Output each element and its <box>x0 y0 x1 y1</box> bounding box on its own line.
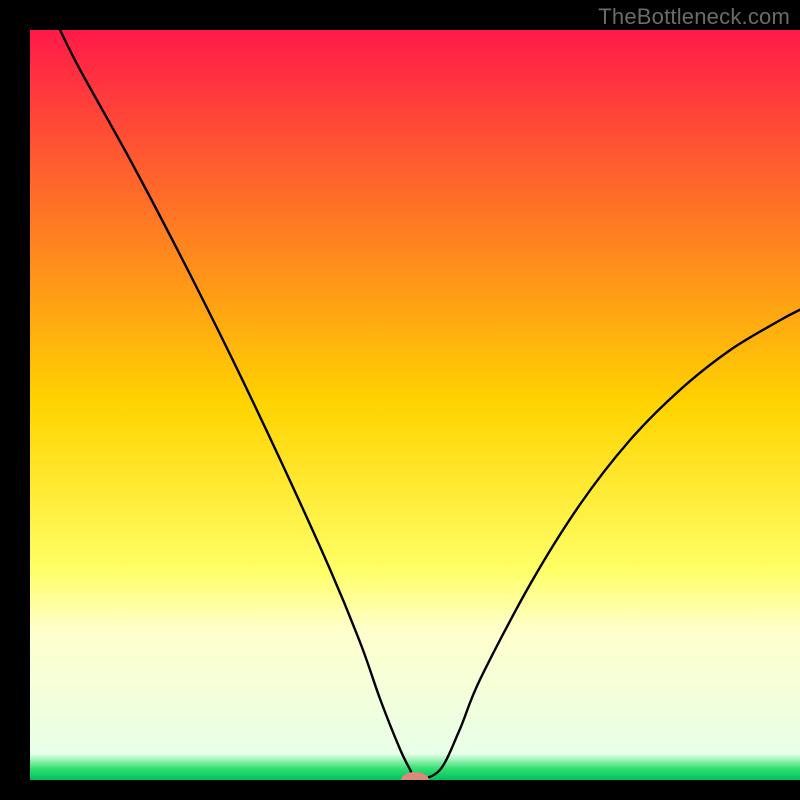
chart-container: TheBottleneck.com <box>0 0 800 800</box>
bottleneck-chart <box>0 0 800 800</box>
gradient-background <box>30 30 800 780</box>
minimum-marker <box>401 772 429 788</box>
watermark-text: TheBottleneck.com <box>598 4 790 30</box>
